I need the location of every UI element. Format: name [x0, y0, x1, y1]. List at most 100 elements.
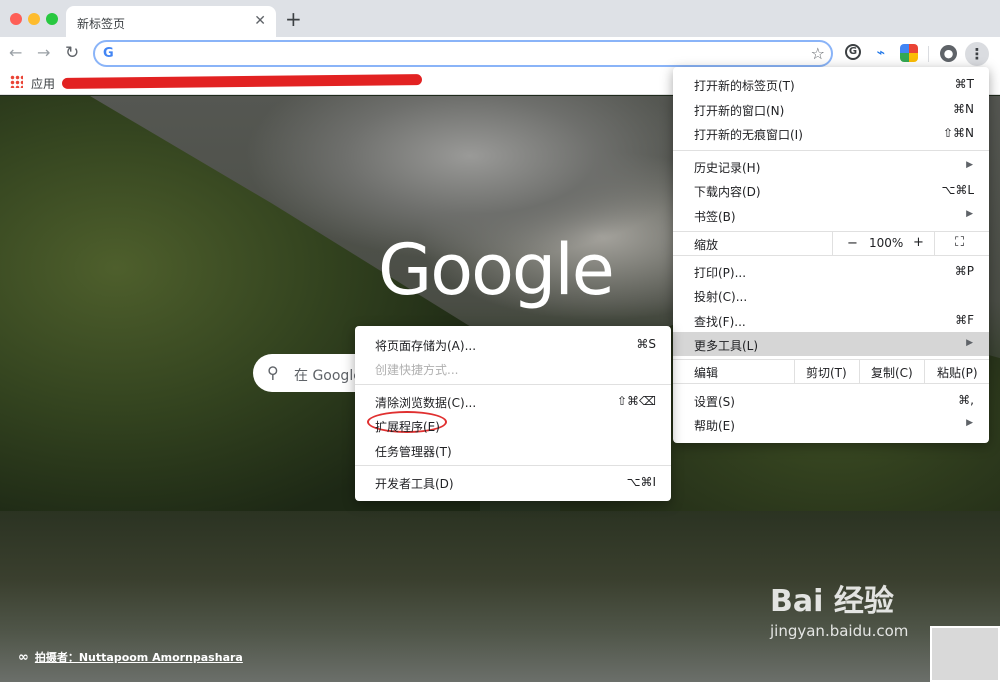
submenu-item-save-page[interactable]: 将页面存储为(A)... ⌘S: [355, 332, 671, 356]
back-icon[interactable]: ←: [9, 43, 22, 63]
menu-item-print[interactable]: 打印(P)... ⌘P: [673, 259, 989, 283]
toolbar-divider: [928, 46, 929, 62]
menu-item-label: 清除浏览数据(C)...: [375, 396, 477, 410]
apps-bookmark[interactable]: 应用: [31, 75, 55, 92]
menu-zoom-row: 缩放 − 100% + ⛶: [673, 231, 989, 255]
close-icon[interactable]: ✕: [254, 13, 266, 29]
menu-item-label: 历史记录(H): [694, 161, 761, 175]
menu-item-new-window[interactable]: 打开新的窗口(N) ⌘N: [673, 97, 989, 121]
menu-item-label: 投射(C)...: [694, 290, 748, 304]
menu-item-label: 下载内容(D): [694, 185, 761, 199]
submenu-item-devtools[interactable]: 开发者工具(D) ⌥⌘I: [355, 470, 671, 494]
submenu-item-create-shortcut: 创建快捷方式...: [355, 356, 671, 380]
address-bar[interactable]: G ☆: [93, 40, 833, 67]
google-icon: G: [103, 46, 114, 61]
menu-item-more-tools[interactable]: 更多工具(L) ▶: [673, 332, 989, 356]
menu-item-settings[interactable]: 设置(S) ⌘,: [673, 388, 989, 412]
tab-strip: 新标签页 ✕ +: [0, 0, 1000, 37]
bookmark-star-icon[interactable]: ☆: [811, 44, 825, 63]
chrome-main-menu: 打开新的标签页(T) ⌘T 打开新的窗口(N) ⌘N 打开新的无痕窗口(I) ⇧…: [673, 67, 989, 443]
menu-item-label: 帮助(E): [694, 419, 735, 433]
menu-item-label: 更多工具(L): [694, 339, 759, 353]
submenu-item-task-manager[interactable]: 任务管理器(T): [355, 438, 671, 462]
link-icon: ∞: [18, 650, 29, 665]
close-window-button[interactable]: [10, 13, 22, 25]
menu-item-shortcut: ⌘,: [958, 393, 974, 407]
fullscreen-icon[interactable]: ⛶: [955, 235, 964, 250]
ntp-search-placeholder: 在 Google: [294, 368, 362, 384]
reload-icon[interactable]: ↻: [65, 43, 79, 63]
chevron-right-icon: ▶: [966, 160, 973, 170]
color-extension-icon[interactable]: [900, 44, 918, 62]
apps-grid-icon[interactable]: [10, 75, 23, 88]
menu-item-history[interactable]: 历史记录(H) ▶: [673, 154, 989, 178]
menu-divider: [355, 465, 671, 466]
menu-item-shortcut: ⇧⌘N: [942, 126, 974, 140]
profile-avatar-icon[interactable]: ●: [940, 45, 957, 62]
submenu-item-extensions[interactable]: 扩展程序(E): [355, 411, 671, 437]
forward-icon[interactable]: →: [37, 43, 50, 63]
menu-item-label: 书签(B): [694, 210, 736, 224]
chevron-right-icon: ▶: [966, 418, 973, 428]
menu-item-label: 打开新的标签页(T): [694, 79, 795, 93]
menu-item-help[interactable]: 帮助(E) ▶: [673, 412, 989, 436]
menu-item-cast[interactable]: 投射(C)...: [673, 283, 989, 307]
tab-title: 新标签页: [77, 17, 126, 31]
menu-item-label: 任务管理器(T): [375, 445, 452, 459]
menu-edit-row: 编辑 剪切(T) 复制(C) 粘贴(P): [673, 359, 989, 383]
menu-item-shortcut: ⌘T: [954, 77, 974, 91]
grammar-extension-icon[interactable]: G: [845, 44, 861, 60]
zoom-label: 缩放: [694, 238, 719, 252]
more-tools-submenu: 将页面存储为(A)... ⌘S 创建快捷方式... 清除浏览数据(C)... ⇧…: [355, 326, 671, 501]
menu-item-bookmarks[interactable]: 书签(B) ▶: [673, 203, 989, 227]
menu-item-label: 设置(S): [694, 395, 735, 409]
chevron-right-icon: ▶: [966, 209, 973, 219]
menu-item-shortcut: ⌘F: [955, 313, 974, 327]
menu-item-label: 打开新的窗口(N): [694, 104, 785, 118]
watermark: Bai 经验 jingyan.baidu.com: [770, 576, 908, 640]
google-logo: Google: [378, 229, 615, 311]
copy-button[interactable]: 复制(C): [859, 359, 924, 383]
copy-label: 复制(C): [871, 366, 913, 380]
menu-item-shortcut: ⌘N: [953, 102, 974, 116]
menu-item-label: 开发者工具(D): [375, 477, 454, 491]
chrome-menu-icon[interactable]: ⋮: [965, 42, 989, 66]
cleaner-extension-icon[interactable]: ⌁: [872, 44, 890, 62]
minimize-window-button[interactable]: [28, 13, 40, 25]
menu-item-shortcut: ⌥⌘L: [941, 183, 974, 197]
menu-item-shortcut: ⌘P: [954, 264, 974, 278]
menu-item-shortcut: ⌥⌘I: [626, 475, 656, 489]
menu-item-label: 打开新的无痕窗口(I): [694, 128, 803, 142]
zoom-in-button[interactable]: +: [913, 235, 924, 250]
watermark-url: jingyan.baidu.com: [770, 622, 909, 640]
chevron-right-icon: ▶: [966, 338, 973, 348]
watermark-logo: Bai 经验: [770, 584, 894, 619]
paste-button[interactable]: 粘贴(P): [924, 359, 989, 383]
submenu-item-clear-data[interactable]: 清除浏览数据(C)... ⇧⌘⌫: [355, 389, 671, 413]
photo-credit-label[interactable]: 拍摄者：Nuttapoom Amornpashara: [35, 651, 243, 664]
menu-item-downloads[interactable]: 下载内容(D) ⌥⌘L: [673, 178, 989, 202]
new-tab-button[interactable]: +: [285, 9, 302, 29]
menu-item-label: 创建快捷方式...: [375, 363, 459, 377]
tab-new-tab[interactable]: 新标签页 ✕: [66, 6, 276, 37]
menu-item-new-tab[interactable]: 打开新的标签页(T) ⌘T: [673, 72, 989, 96]
menu-item-label: 打印(P)...: [694, 266, 747, 280]
menu-item-incognito[interactable]: 打开新的无痕窗口(I) ⇧⌘N: [673, 121, 989, 145]
search-icon: ⚲: [267, 363, 279, 382]
toolbar: ← → ↻ G ☆ G ⌁ ● ⋮: [0, 37, 1000, 69]
menu-item-shortcut: ⌘S: [636, 337, 656, 351]
menu-item-find[interactable]: 查找(F)... ⌘F: [673, 308, 989, 332]
maximize-window-button[interactable]: [46, 13, 58, 25]
zoom-level: 100%: [869, 236, 904, 250]
menu-item-label: 将页面存储为(A)...: [375, 339, 477, 353]
menu-divider: [673, 383, 989, 384]
menu-divider: [673, 150, 989, 151]
menu-item-label: 查找(F)...: [694, 315, 746, 329]
cut-button[interactable]: 剪切(T): [794, 359, 859, 383]
menu-divider: [355, 384, 671, 385]
thumbnail-preview: [930, 626, 1000, 682]
menu-item-label: 扩展程序(E): [375, 420, 440, 434]
zoom-out-button[interactable]: −: [847, 236, 858, 251]
menu-item-shortcut: ⇧⌘⌫: [616, 394, 656, 408]
photo-credit[interactable]: ∞ 拍摄者：Nuttapoom Amornpashara: [18, 649, 243, 665]
